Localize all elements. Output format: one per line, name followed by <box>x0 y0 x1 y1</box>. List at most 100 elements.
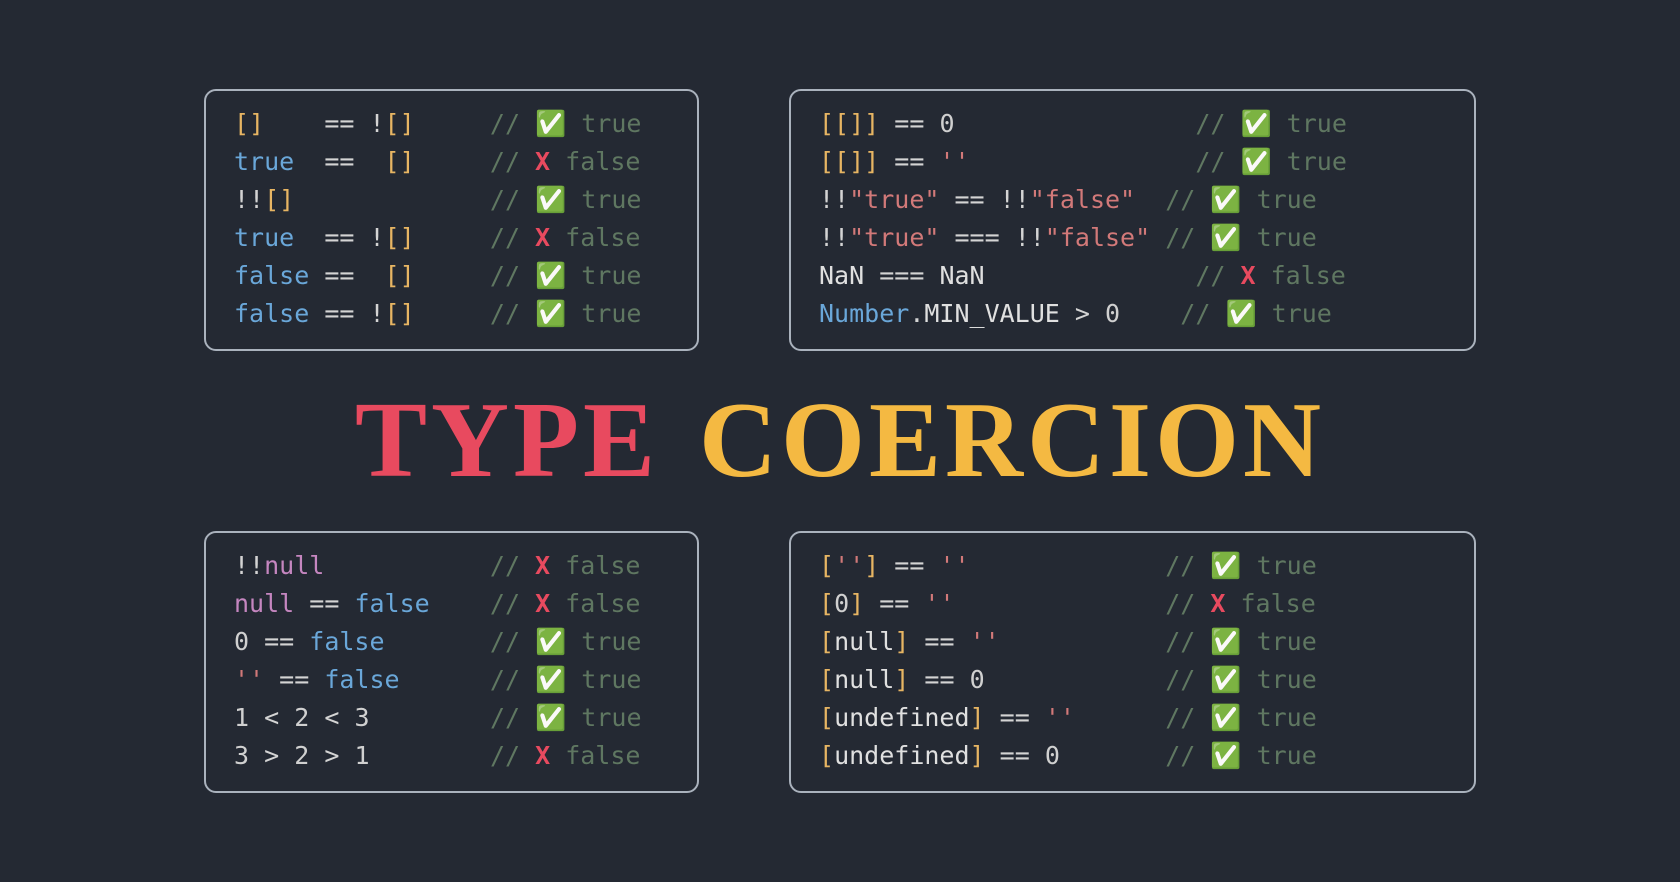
code-token: '' <box>939 551 1165 580</box>
code-token: == <box>879 589 909 618</box>
code-token: ✅ <box>1210 665 1241 694</box>
code-token: false <box>309 627 490 656</box>
code-token: false <box>550 551 640 580</box>
code-token: [] <box>385 147 490 176</box>
code-token: ] <box>864 551 894 580</box>
code-token: Number <box>819 299 909 328</box>
code-line: !!"true" === !!"false" // ✅ true <box>819 219 1446 257</box>
title-word-2: COERCION <box>699 379 1325 503</box>
code-token: // <box>1165 551 1210 580</box>
code-token: true <box>566 109 641 138</box>
code-line: [undefined] == 0 // ✅ true <box>819 737 1446 775</box>
code-token <box>354 261 384 290</box>
code-box-top-left: [] == ![] // ✅ truetrue == [] // X false… <box>204 89 699 351</box>
code-token: false <box>234 299 324 328</box>
code-token <box>909 589 924 618</box>
code-token: 0 <box>834 589 849 618</box>
code-token: > <box>264 741 279 770</box>
code-token: ✅ <box>1210 703 1241 732</box>
code-token: true <box>1242 665 1317 694</box>
code-token: true <box>1242 703 1317 732</box>
code-token: == <box>1000 703 1030 732</box>
code-line: [undefined] == '' // ✅ true <box>819 699 1446 737</box>
code-token: ✅ <box>1240 109 1271 138</box>
code-token: // <box>1165 741 1210 770</box>
code-line: [null] == 0 // ✅ true <box>819 661 1446 699</box>
code-token: ! <box>354 109 384 138</box>
code-token: // <box>1195 147 1240 176</box>
code-token: ✅ <box>1210 627 1241 656</box>
code-token: < <box>324 703 339 732</box>
code-token: == <box>924 627 954 656</box>
code-token: MIN_VALUE <box>924 299 1075 328</box>
code-token: // <box>490 147 535 176</box>
code-token: // <box>490 185 535 214</box>
code-token: false <box>1256 261 1346 290</box>
code-line: 1 < 2 < 3 // ✅ true <box>234 699 669 737</box>
code-token: '' <box>970 627 1166 656</box>
code-token: "true" <box>849 223 939 252</box>
code-token: == <box>279 665 309 694</box>
bottom-row: !!null // X falsenull == false // X fals… <box>204 531 1476 793</box>
code-token: !! <box>985 185 1030 214</box>
code-line: [[]] == 0 // ✅ true <box>819 105 1446 143</box>
code-line: [null] == '' // ✅ true <box>819 623 1446 661</box>
code-token <box>924 551 939 580</box>
code-token <box>339 741 354 770</box>
code-token: NaN <box>939 261 1195 290</box>
code-token <box>924 261 939 290</box>
code-token: false <box>550 223 640 252</box>
code-token: X <box>535 147 550 176</box>
code-token: false <box>1225 589 1315 618</box>
code-token: !! <box>819 223 849 252</box>
code-token: "true" <box>849 185 939 214</box>
code-token <box>339 703 354 732</box>
code-token: [ <box>819 551 834 580</box>
code-token: true <box>1272 109 1347 138</box>
code-token: '' <box>1045 703 1165 732</box>
code-token: // <box>490 589 535 618</box>
code-token <box>924 147 939 176</box>
code-line: 0 == false // ✅ true <box>234 623 669 661</box>
code-token: // <box>1165 665 1210 694</box>
code-token: == <box>894 109 924 138</box>
code-line: [[]] == '' // ✅ true <box>819 143 1446 181</box>
code-token: ! <box>354 299 384 328</box>
code-token: 1 <box>234 703 264 732</box>
code-token: 3 <box>234 741 264 770</box>
code-line: NaN === NaN // X false <box>819 257 1446 295</box>
code-token: '' <box>834 551 864 580</box>
code-line: false == [] // ✅ true <box>234 257 669 295</box>
code-token: [] <box>385 109 490 138</box>
code-token: // <box>490 703 535 732</box>
code-token: ] <box>894 665 924 694</box>
code-token: X <box>535 551 550 580</box>
code-token <box>354 147 384 176</box>
code-token: null <box>264 551 490 580</box>
code-token: ✅ <box>1225 299 1256 328</box>
code-token: == <box>894 551 924 580</box>
code-token: 0 <box>234 627 264 656</box>
code-token <box>294 627 309 656</box>
code-token: false <box>354 589 489 618</box>
code-token: true <box>1272 147 1347 176</box>
code-token: ✅ <box>1240 147 1271 176</box>
code-token: true <box>1242 627 1317 656</box>
code-token <box>955 665 970 694</box>
code-token: false <box>234 261 324 290</box>
code-token: ✅ <box>535 185 566 214</box>
code-token <box>309 665 324 694</box>
code-token: null <box>834 665 894 694</box>
code-token: // <box>490 627 535 656</box>
code-token: // <box>1165 589 1210 618</box>
code-token: '' <box>924 589 1165 618</box>
code-line: 3 > 2 > 1 // X false <box>234 737 669 775</box>
code-token: // <box>1180 299 1225 328</box>
code-token: null <box>834 627 894 656</box>
code-token: == <box>324 147 354 176</box>
top-row: [] == ![] // ✅ truetrue == [] // X false… <box>204 89 1476 351</box>
code-token: // <box>490 261 535 290</box>
code-token: "false" <box>1045 223 1165 252</box>
code-token: NaN <box>819 261 879 290</box>
code-token: [ <box>819 665 834 694</box>
